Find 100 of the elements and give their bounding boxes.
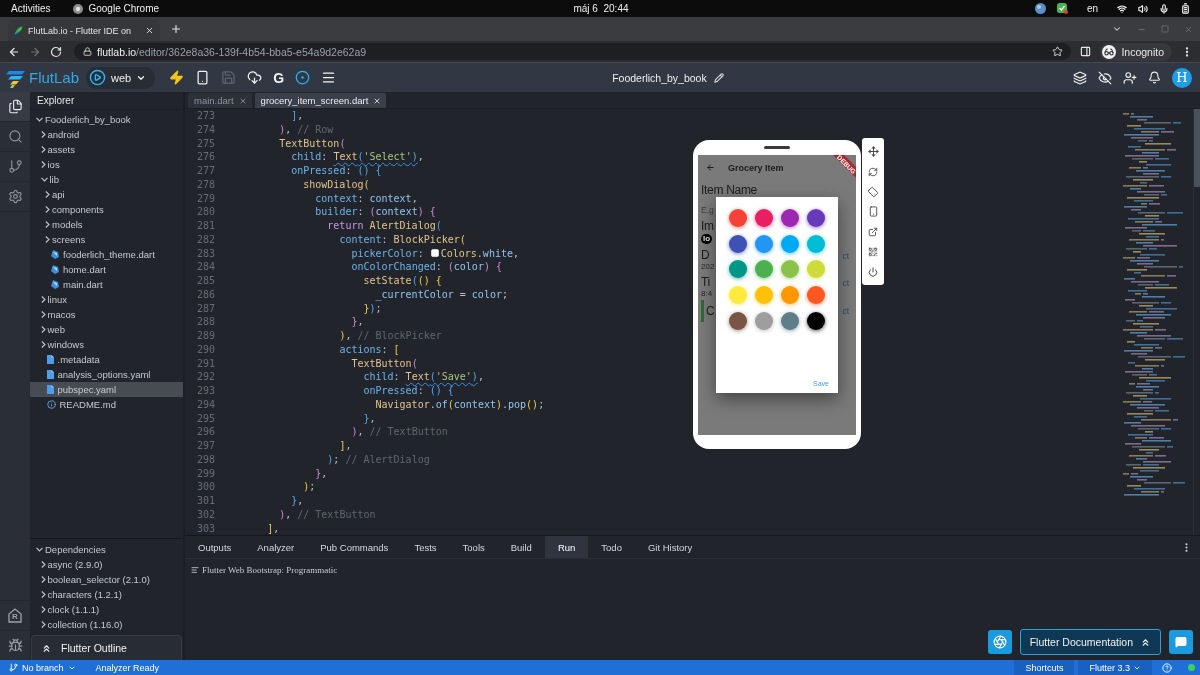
bolt-icon[interactable] xyxy=(169,70,185,85)
user-plus-icon[interactable] xyxy=(1123,70,1137,85)
tree-item[interactable]: .metadata xyxy=(30,352,183,367)
wifi-icon[interactable] xyxy=(1117,3,1127,14)
tree-item[interactable]: web xyxy=(30,322,183,337)
tree-item[interactable]: fooderlich_theme.dart xyxy=(30,247,183,262)
check-badge-icon[interactable] xyxy=(1056,3,1068,14)
color-swatch[interactable] xyxy=(729,260,747,279)
qr-code-icon[interactable] xyxy=(868,247,878,258)
close-icon[interactable] xyxy=(145,26,154,35)
star-icon[interactable] xyxy=(1052,46,1064,57)
tree-item[interactable]: Fooderlich_by_book xyxy=(30,112,183,127)
color-swatch[interactable] xyxy=(755,234,773,253)
help-icon[interactable] xyxy=(1162,662,1172,673)
tree-item[interactable]: characters (1.2.1) xyxy=(30,587,183,602)
tree-item[interactable]: boolean_selector (2.1.0) xyxy=(30,572,183,587)
keyboard-layout[interactable]: en xyxy=(1086,2,1098,15)
panel-tab[interactable]: Run xyxy=(544,536,589,558)
tree-item[interactable]: clock (1.1.1) xyxy=(30,602,183,617)
color-swatch[interactable] xyxy=(755,260,773,279)
bell-icon[interactable] xyxy=(1148,71,1161,84)
pencil-icon[interactable] xyxy=(713,72,724,83)
color-swatch[interactable] xyxy=(781,234,799,253)
tree-item[interactable]: home.dart xyxy=(30,262,183,277)
color-swatch[interactable] xyxy=(781,209,799,227)
microphone-icon[interactable] xyxy=(1159,3,1169,14)
side-panel-icon[interactable] xyxy=(1080,46,1092,57)
house-letter-icon[interactable]: R xyxy=(8,608,22,623)
color-swatch[interactable] xyxy=(755,286,773,305)
tree-item[interactable]: async (2.9.0) xyxy=(30,557,183,572)
close-icon[interactable] xyxy=(238,96,247,105)
color-swatch[interactable] xyxy=(807,234,825,253)
color-swatch[interactable] xyxy=(781,286,799,305)
tree-item[interactable]: android xyxy=(30,127,183,142)
color-swatch[interactable] xyxy=(729,209,747,227)
layers-icon[interactable] xyxy=(1073,70,1087,85)
color-swatch[interactable] xyxy=(755,311,773,330)
activity-tab[interactable] xyxy=(0,92,30,122)
tree-item[interactable]: pubspec.yaml xyxy=(30,382,183,397)
tree-item[interactable]: analysis_options.yaml xyxy=(30,367,183,382)
power-icon[interactable] xyxy=(868,267,878,277)
profile-button[interactable]: Incognito xyxy=(1100,42,1172,61)
panel-tab[interactable]: Todo xyxy=(588,536,635,558)
volume-icon[interactable] xyxy=(1138,3,1148,14)
editor-tab[interactable]: grocery_item_screen.dart xyxy=(254,93,387,108)
sdk-version-selector[interactable]: Flutter 3.3 xyxy=(1078,660,1152,675)
tray-app-icon[interactable] xyxy=(1034,3,1046,14)
tree-item[interactable]: collection (1.16.0) xyxy=(30,617,183,632)
panel-tab[interactable]: Analyzer xyxy=(244,536,308,558)
editor-tab[interactable]: main.dart xyxy=(188,93,252,108)
section-header[interactable]: Dependencies xyxy=(30,542,183,557)
tree-item[interactable]: ios xyxy=(30,157,183,172)
tree-item[interactable]: README.md xyxy=(30,397,183,412)
panel-tab[interactable]: Outputs xyxy=(185,536,245,558)
color-swatch[interactable] xyxy=(807,209,825,227)
panel-tab[interactable]: Tools xyxy=(449,536,498,558)
tree-item[interactable]: assets xyxy=(30,142,183,157)
reload-icon[interactable] xyxy=(50,45,62,58)
tree-item[interactable]: main.dart xyxy=(30,277,183,292)
panel-tab[interactable]: Build xyxy=(497,536,545,558)
panel-tab[interactable]: Git History xyxy=(634,536,706,558)
eye-off-icon[interactable] xyxy=(1098,70,1112,85)
tree-item[interactable]: screens xyxy=(30,232,183,247)
outline-header[interactable]: Flutter Outline xyxy=(31,635,182,660)
scrollbar[interactable] xyxy=(1194,109,1200,187)
bug-icon[interactable] xyxy=(7,638,23,653)
color-swatch[interactable] xyxy=(807,311,825,330)
g-button[interactable]: G xyxy=(273,69,285,86)
external-link-icon[interactable] xyxy=(868,227,878,238)
tree-item[interactable]: api xyxy=(30,187,183,202)
cloud-download-icon[interactable] xyxy=(247,70,263,85)
tree-item[interactable]: macos xyxy=(30,307,183,322)
tag-chip[interactable]: lo xyxy=(701,234,713,244)
back-icon[interactable] xyxy=(706,163,715,172)
activities-button[interactable]: Activities xyxy=(11,2,51,15)
color-swatch[interactable] xyxy=(781,260,799,279)
menu-icon[interactable] xyxy=(321,70,337,85)
tree-item[interactable]: components xyxy=(30,202,183,217)
shortcuts-button[interactable]: Shortcuts xyxy=(1014,660,1075,675)
address-bar[interactable]: flutlab.io/editor/362e8a36-139f-4b54-bba5-e54a9d2e62a9 xyxy=(74,43,1072,60)
close-icon[interactable] xyxy=(373,96,382,105)
color-swatch[interactable] xyxy=(755,209,773,227)
browser-tab[interactable]: FlutLab.io - Flutter IDE on xyxy=(8,20,160,41)
tree-item[interactable]: lib xyxy=(30,172,183,187)
color-swatch[interactable] xyxy=(781,311,799,330)
tree-item[interactable]: linux xyxy=(30,292,183,307)
tree-item[interactable]: windows xyxy=(30,337,183,352)
caret-icon[interactable] xyxy=(1112,24,1122,34)
target-icon[interactable] xyxy=(295,70,311,85)
color-swatch[interactable] xyxy=(729,311,747,330)
phone-icon[interactable] xyxy=(195,70,211,85)
color-swatch[interactable] xyxy=(729,234,747,253)
tree-item[interactable]: models xyxy=(30,217,183,232)
branch-selector[interactable]: No branch xyxy=(9,662,76,673)
panel-tab[interactable]: Tests xyxy=(401,536,450,558)
back-icon[interactable] xyxy=(8,45,20,58)
battery-icon[interactable] xyxy=(1180,3,1191,14)
docs-button[interactable]: Flutter Documentation xyxy=(1019,629,1161,655)
color-swatch[interactable] xyxy=(807,260,825,279)
chat-icon[interactable] xyxy=(1169,630,1193,654)
